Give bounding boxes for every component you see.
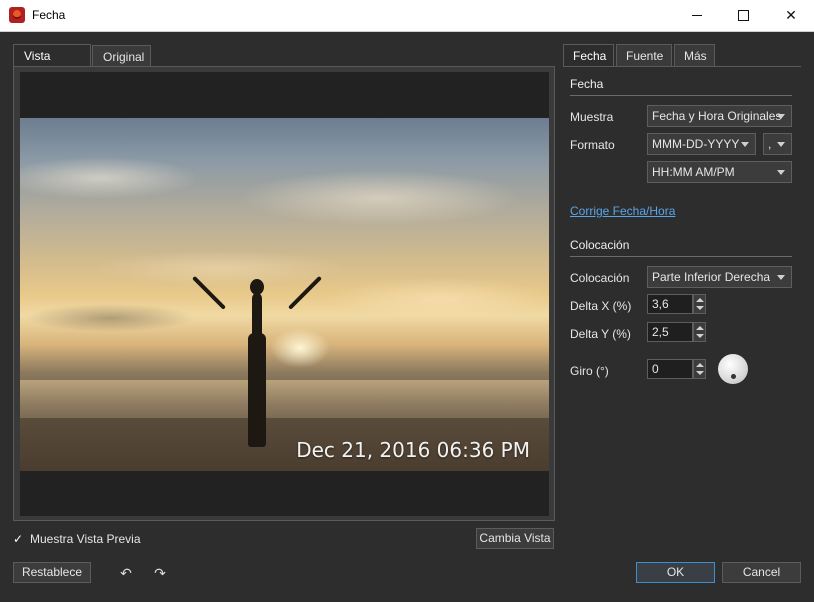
spin-down-icon[interactable]: [696, 334, 704, 338]
check-icon[interactable]: ✓: [13, 533, 24, 545]
placement-value: Parte Inferior Derecha: [652, 270, 771, 284]
spin-down-icon[interactable]: [696, 371, 704, 375]
window-title: Fecha: [32, 8, 66, 22]
date-format-select[interactable]: MMM-DD-YYYY: [647, 133, 756, 155]
dress: [248, 333, 266, 447]
head: [250, 279, 264, 295]
sample-select[interactable]: Fecha y Hora Originales: [647, 105, 792, 127]
tab-original[interactable]: Original: [92, 45, 151, 67]
spin-up-icon[interactable]: [696, 363, 704, 367]
delta-y-spinner[interactable]: [693, 322, 706, 342]
tab-fecha[interactable]: Fecha: [563, 44, 614, 66]
show-preview-label: Muestra Vista Previa: [30, 532, 141, 546]
fix-date-link[interactable]: Corrige Fecha/Hora: [570, 204, 675, 218]
delta-x-label: Delta X (%): [570, 299, 632, 313]
placement-label: Colocación: [570, 271, 630, 285]
rotation-spinner[interactable]: [693, 359, 706, 379]
chevron-down-icon: [777, 114, 785, 119]
person-silhouette: [192, 275, 322, 447]
sun-glow: [270, 328, 330, 368]
date-section-title: Fecha: [570, 77, 604, 91]
ok-button[interactable]: OK: [636, 562, 715, 583]
chevron-down-icon: [777, 275, 785, 280]
sky-clouds: [20, 118, 549, 348]
preview-photo: Dec 21, 2016 06:36 PM: [20, 118, 549, 471]
spin-down-icon[interactable]: [696, 306, 704, 310]
rotation-dial[interactable]: [718, 354, 748, 384]
delta-y-label: Delta Y (%): [570, 327, 631, 341]
format-label: Formato: [570, 138, 615, 152]
placement-section-rule: [570, 256, 792, 257]
right-panel-divider: [563, 66, 801, 67]
show-preview-checkbox-row[interactable]: ✓ Muestra Vista Previa: [13, 532, 141, 546]
tab-fuente[interactable]: Fuente: [616, 44, 672, 66]
app-icon: [9, 7, 25, 23]
maximize-button[interactable]: [720, 0, 766, 31]
tab-vista-previa[interactable]: Vista Previa: [13, 44, 91, 85]
title-bar: Fecha ✕: [0, 0, 814, 32]
rotation-label: Giro (°): [570, 364, 609, 378]
chevron-down-icon: [741, 142, 749, 147]
spin-up-icon[interactable]: [696, 326, 704, 330]
minimize-button[interactable]: [674, 0, 720, 31]
rotation-input[interactable]: 0: [647, 359, 693, 379]
tab-mas[interactable]: Más: [674, 44, 715, 66]
delta-x-input[interactable]: 3,6: [647, 294, 693, 314]
chevron-down-icon: [777, 170, 785, 175]
date-format-value: MMM-DD-YYYY: [652, 137, 740, 151]
timestamp-overlay: Dec 21, 2016 06:36 PM: [296, 438, 530, 462]
reset-button[interactable]: Restablece: [13, 562, 91, 583]
spin-up-icon[interactable]: [696, 298, 704, 302]
sample-label: Muestra: [570, 110, 614, 124]
sample-select-value: Fecha y Hora Originales: [652, 109, 782, 123]
time-format-select[interactable]: HH:MM AM/PM: [647, 161, 792, 183]
delta-y-input[interactable]: 2,5: [647, 322, 693, 342]
chevron-down-icon: [777, 142, 785, 147]
redo-arrow-icon[interactable]: ↷: [152, 565, 168, 581]
placement-section-title: Colocación: [570, 238, 630, 252]
close-button[interactable]: ✕: [768, 0, 814, 31]
delta-x-spinner[interactable]: [693, 294, 706, 314]
cancel-button[interactable]: Cancel: [722, 562, 801, 583]
date-section-rule: [570, 95, 792, 96]
separator-value: ,: [768, 137, 772, 151]
time-format-value: HH:MM AM/PM: [652, 165, 735, 179]
separator-select[interactable]: ,: [763, 133, 792, 155]
placement-select[interactable]: Parte Inferior Derecha: [647, 266, 792, 288]
undo-arrow-icon[interactable]: ↶: [118, 565, 134, 581]
change-view-button[interactable]: Cambia Vista: [476, 528, 554, 549]
dial-indicator: [731, 374, 736, 379]
